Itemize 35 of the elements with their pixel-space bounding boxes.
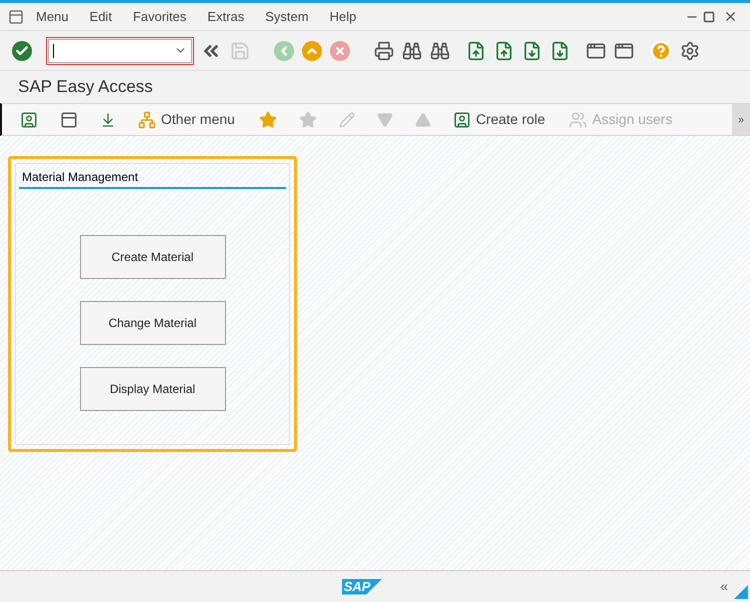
page-down-icon[interactable]	[550, 40, 570, 60]
menu-icon[interactable]	[8, 8, 24, 24]
group-title: Material Management	[19, 164, 286, 189]
sap-logo: SAP	[342, 578, 382, 594]
material-button[interactable]: Create Material	[80, 235, 226, 279]
material-button[interactable]: Change Material	[80, 301, 226, 345]
toolbar-button[interactable]: Create role	[452, 109, 546, 130]
panel-icon[interactable]	[60, 110, 78, 128]
menu-item[interactable]: System	[265, 6, 309, 26]
users-icon	[569, 110, 588, 128]
hierarchy-icon	[138, 110, 156, 128]
menu-item[interactable]: Favorites	[132, 6, 186, 26]
menu-item[interactable]: Menu	[36, 6, 69, 26]
page-up-icon[interactable]	[494, 40, 514, 60]
corner-icon	[734, 585, 748, 599]
user-frame-icon	[452, 110, 471, 128]
toolbar-button[interactable]: Other menu	[138, 109, 235, 130]
material-button[interactable]: Display Material	[80, 367, 226, 411]
close-icon[interactable]	[723, 9, 738, 24]
page-up-icon[interactable]	[466, 40, 486, 60]
expand-button[interactable]: «	[720, 576, 728, 597]
menu-item[interactable]: Help	[330, 6, 356, 26]
binoculars-icon[interactable]	[402, 40, 422, 60]
settings-icon[interactable]	[680, 40, 700, 60]
page-down-icon[interactable]	[522, 40, 542, 60]
command-field[interactable]	[48, 38, 192, 62]
maximize-icon[interactable]	[703, 10, 715, 22]
printer-icon[interactable]	[374, 40, 394, 60]
screen-title: SAP Easy Access	[18, 76, 153, 98]
menu-item[interactable]: Extras	[207, 6, 244, 26]
download-icon[interactable]	[100, 112, 116, 128]
more-button[interactable]: »	[732, 104, 750, 135]
user-frame-icon[interactable]	[20, 110, 38, 128]
menu-item[interactable]: Edit	[90, 6, 112, 26]
enter-icon[interactable]	[12, 40, 32, 60]
